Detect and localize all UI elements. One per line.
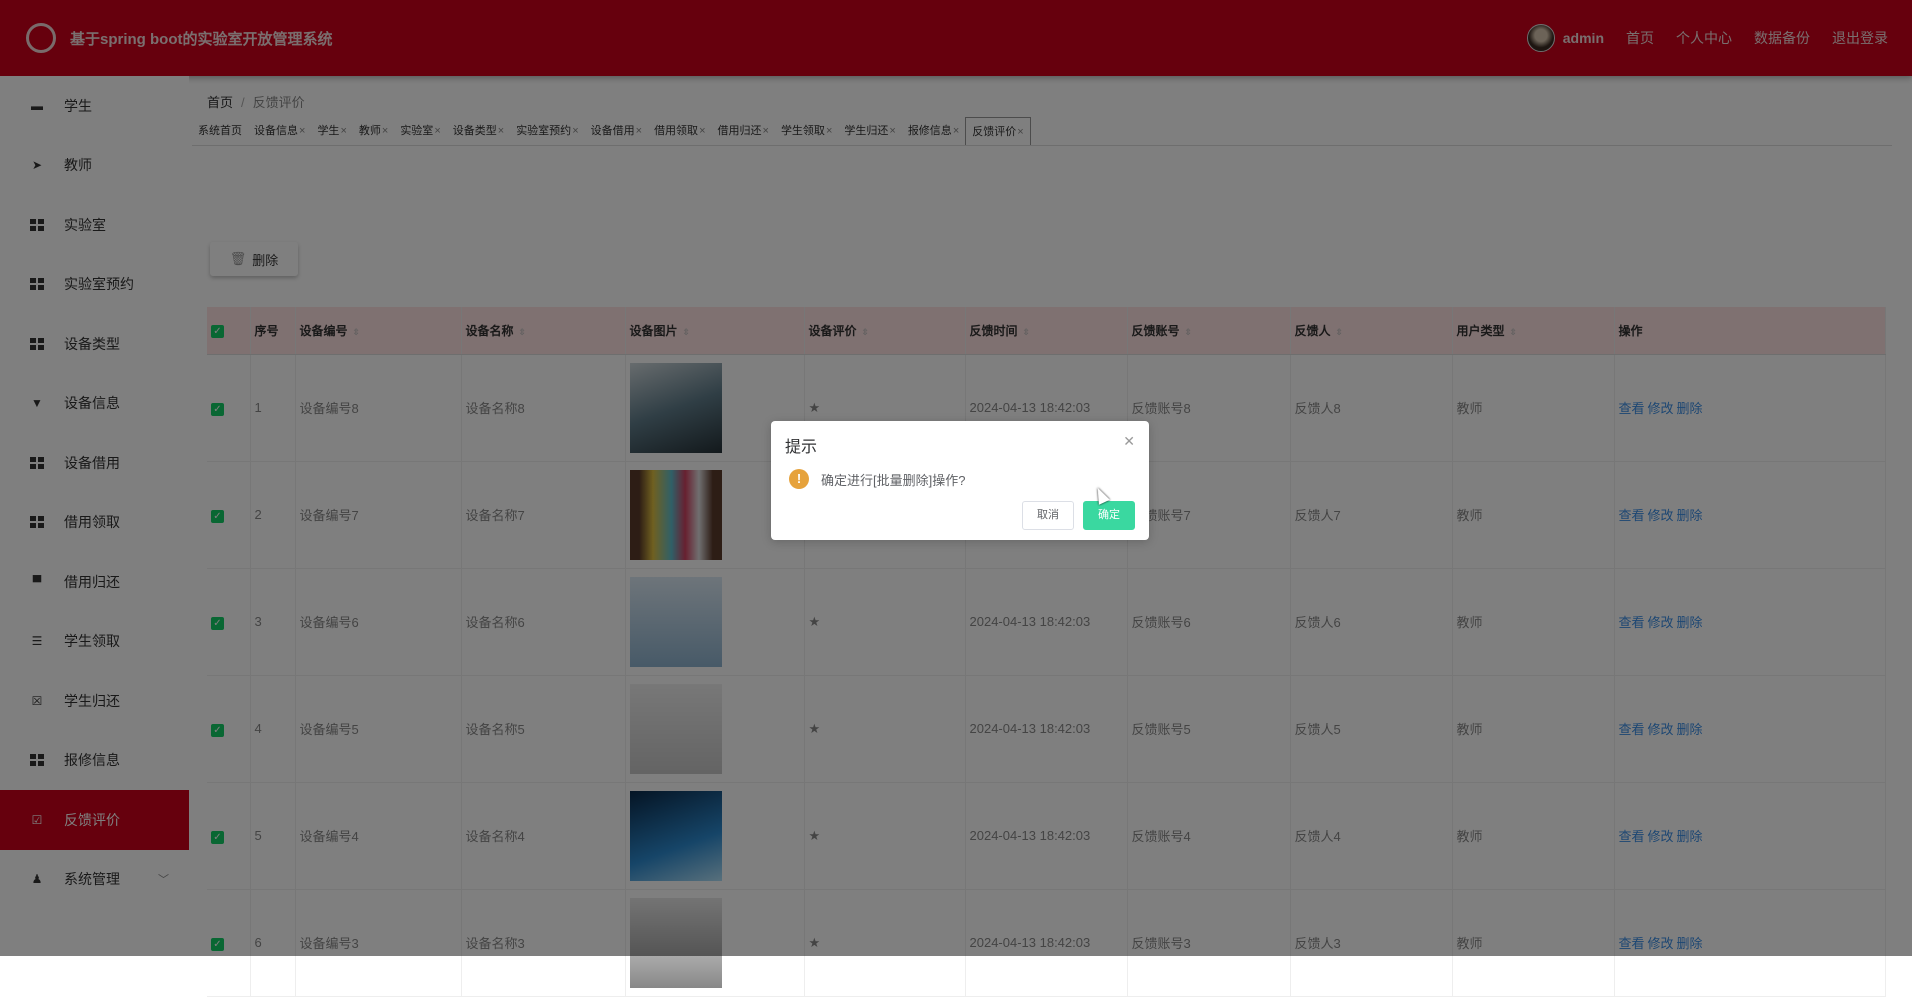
cancel-button[interactable]: 取消 [1022, 501, 1074, 530]
confirm-button[interactable]: 确定 [1083, 501, 1135, 530]
dialog-title: 提示 [785, 439, 818, 456]
close-icon[interactable]: ✕ [1123, 433, 1135, 450]
confirm-dialog: 提示 ✕ ! 确定进行[批量删除]操作? 取消 确定 [771, 421, 1149, 540]
warning-icon: ! [789, 469, 809, 489]
dialog-message: 确定进行[批量删除]操作? [821, 472, 966, 488]
